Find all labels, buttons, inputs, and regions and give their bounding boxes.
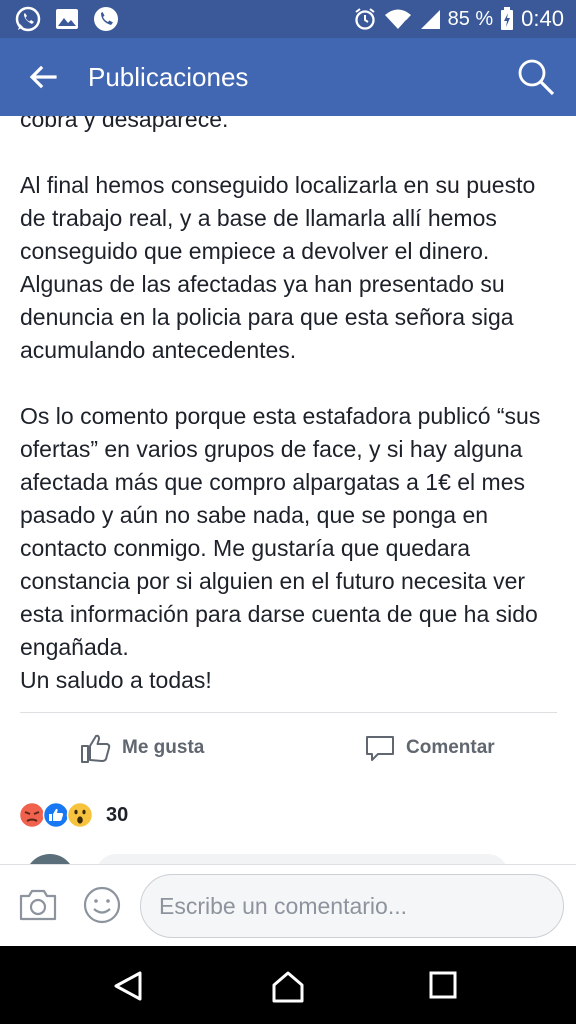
clock: 0:40 [521, 6, 564, 31]
post-paragraph: Al final hemos conseguido localizarla en… [20, 172, 536, 363]
comment-icon [364, 732, 396, 764]
app-bar: Publicaciones [0, 38, 576, 116]
emoji-icon[interactable] [82, 885, 122, 925]
signal-icon [419, 8, 441, 30]
back-triangle-icon[interactable] [112, 970, 144, 1002]
like-button[interactable]: Me gusta [80, 728, 204, 768]
battery-icon [500, 7, 514, 31]
home-icon[interactable] [270, 970, 306, 1004]
wow-reaction-icon [66, 801, 94, 829]
comment-label: Comentar [406, 737, 495, 758]
battery-percentage: 85 % [447, 7, 494, 30]
image-icon [54, 7, 80, 31]
post-paragraph: cobra y desaparece. [20, 116, 229, 132]
thumbs-up-icon [80, 732, 112, 764]
post-paragraph: Os lo comento porque esta estafadora pub… [20, 403, 541, 693]
avatar[interactable] [25, 854, 75, 864]
phone-icon [92, 5, 120, 33]
whatsapp-icon [14, 5, 42, 33]
system-navigation-bar [0, 946, 576, 1024]
post-content: cobra y desaparece. Al final hemos conseg… [0, 116, 576, 864]
arrow-left-icon[interactable] [28, 65, 58, 89]
post-actions: Me gusta Comentar [0, 728, 576, 768]
like-label: Me gusta [122, 737, 205, 758]
comment-bubble[interactable] [96, 854, 508, 864]
search-icon[interactable] [516, 57, 556, 97]
divider [20, 712, 557, 713]
reaction-count: 30 [106, 803, 129, 826]
recents-icon[interactable] [428, 970, 458, 1000]
wifi-icon [384, 7, 412, 31]
alarm-icon [353, 7, 377, 31]
comment-composer [0, 864, 576, 946]
camera-icon[interactable] [18, 887, 58, 923]
reactions-summary[interactable]: 30 [18, 800, 128, 830]
comment-input[interactable] [140, 874, 564, 938]
post-body: cobra y desaparece. Al final hemos conseg… [20, 116, 560, 697]
page-title: Publicaciones [88, 61, 249, 92]
status-bar: 85 % 0:40 [0, 0, 576, 38]
comment-button[interactable]: Comentar [364, 728, 495, 768]
